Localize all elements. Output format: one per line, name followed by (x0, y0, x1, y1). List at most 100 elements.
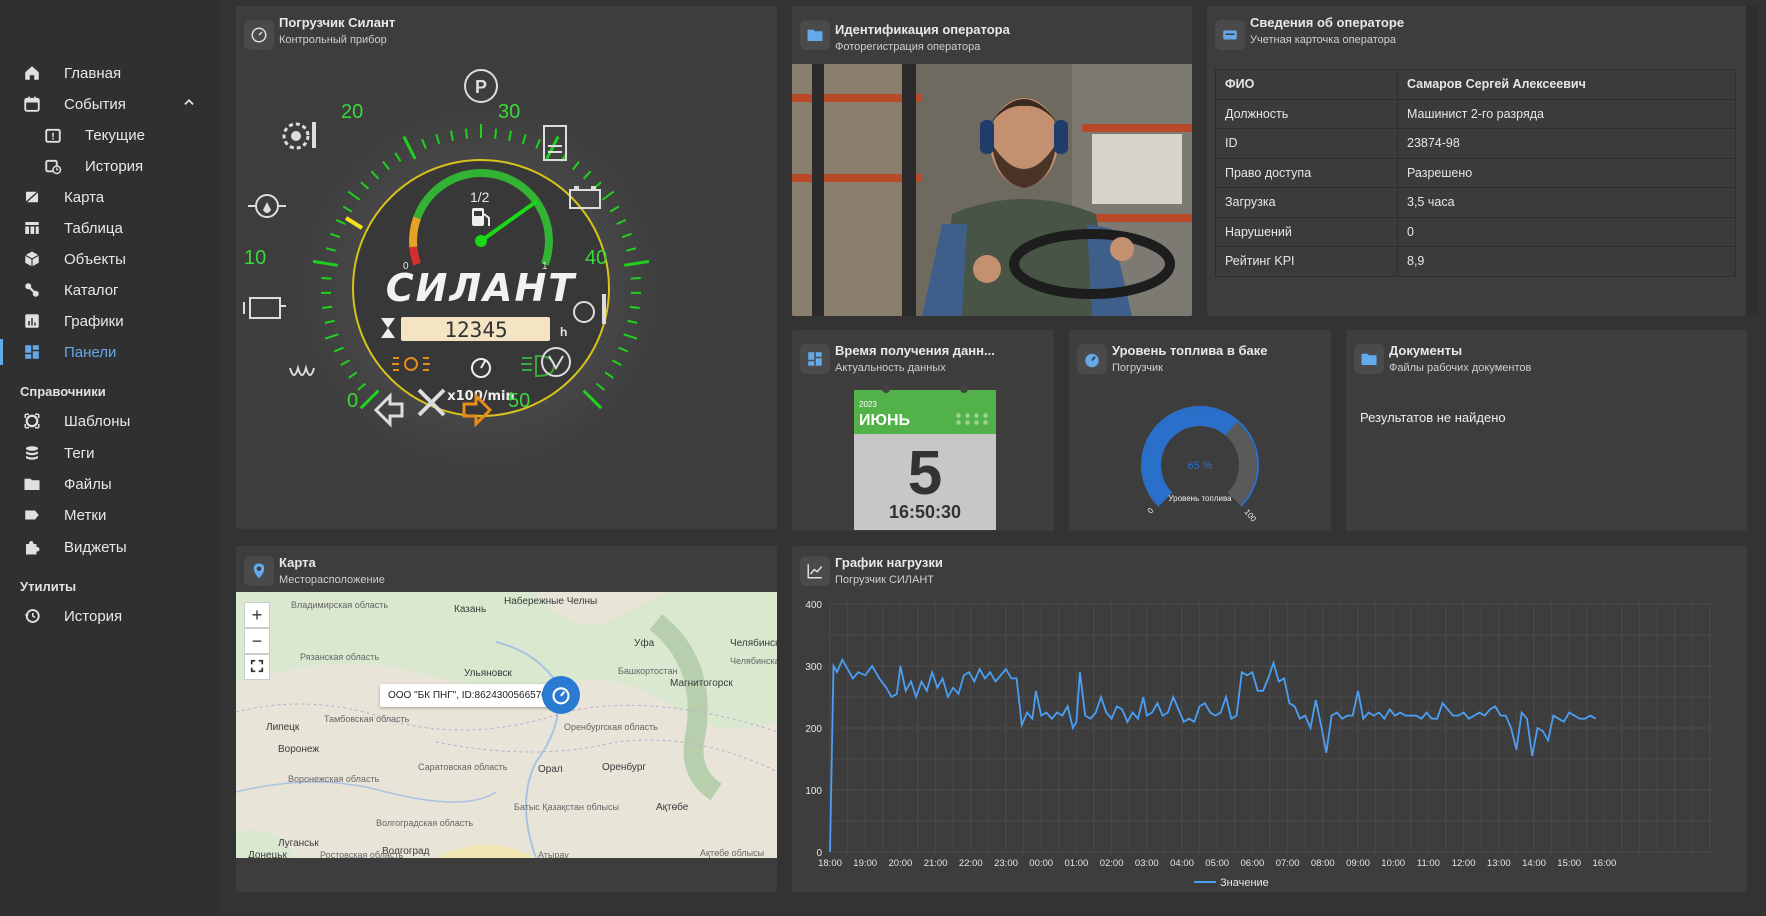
map-panel: Карта Месторасположение Владимирская обл… (236, 546, 777, 892)
calendar-clock-icon (43, 156, 63, 176)
operator-card-panel: Сведения об операторе Учетная карточка о… (1207, 6, 1747, 316)
sidebar-item-templates[interactable]: Шаблоны (0, 406, 220, 436)
map-label: Луганськ (278, 838, 319, 849)
speed-label-0: 0 (347, 390, 358, 412)
calendar-icon (22, 94, 42, 114)
legend-label: Значение (1220, 877, 1269, 889)
section-refs: Справочники (20, 384, 106, 399)
map-terrain (236, 592, 777, 858)
calendar-time: 16:50:30 (888, 502, 962, 522)
sidebar-item-table[interactable]: Таблица (0, 213, 220, 243)
panel-title: Карта (279, 555, 316, 570)
scale-tick (630, 276, 641, 280)
sidebar-item-home[interactable]: Главная (0, 58, 220, 88)
map-label: Оренбургская область (564, 722, 658, 732)
panel-title: График нагрузки (835, 555, 943, 570)
x-tick-label: 02:00 (1100, 858, 1124, 869)
svg-text:P: P (475, 77, 487, 97)
dashboard-icon (800, 344, 830, 374)
table-cell-value: 3,5 часа (1397, 187, 1736, 218)
sidebar-item-label: Объекты (64, 250, 126, 268)
map-label: Оренбург (602, 762, 647, 773)
chevron-up-icon[interactable] (182, 95, 196, 113)
x-tick-label: 20:00 (889, 858, 913, 869)
fullscreen-button[interactable] (244, 654, 270, 680)
y-tick-label: 400 (805, 600, 822, 611)
zoom-in-button[interactable]: + (244, 602, 270, 628)
table-cell-value: 23874-98 (1397, 128, 1736, 159)
panel-subtitle: Месторасположение (279, 574, 385, 586)
panel-header: Сведения об операторе Учетная карточка о… (1207, 6, 1747, 56)
sidebar-item-history[interactable]: История (0, 601, 220, 631)
sidebar-item-label: История (85, 157, 144, 175)
table-row: ID 23874-98 (1215, 128, 1736, 159)
x-tick-label: 01:00 (1065, 858, 1089, 869)
needle-hub (475, 235, 487, 247)
map-label: Тамбовская область (324, 714, 410, 724)
map-label: Владимирская область (291, 600, 389, 610)
vehicle-marker[interactable] (542, 676, 580, 714)
sidebar-item-catalog[interactable]: Каталог (0, 275, 220, 305)
map-label: Уфа (634, 638, 655, 649)
fuel-arc-segment (409, 216, 421, 248)
x-tick-label: 19:00 (853, 858, 877, 869)
chart-grid (829, 603, 1714, 853)
sidebar-item-map[interactable]: Карта (0, 182, 220, 212)
sidebar-item-widgets[interactable]: Виджеты (0, 532, 220, 562)
sidebar-item-label: Панели (64, 343, 117, 361)
marker-tooltip: ООО "БК ПНГ", ID:862430056657006 (380, 684, 566, 707)
panel-subtitle: Учетная карточка оператора (1250, 34, 1396, 46)
sidebar-item-files[interactable]: Файлы (0, 469, 220, 499)
x-tick-label: 21:00 (924, 858, 948, 869)
map-label: Атырау (538, 850, 569, 858)
x-tick-label: 00:00 (1029, 858, 1053, 869)
cube-icon (22, 249, 42, 269)
x-tick-label: 08:00 (1311, 858, 1335, 869)
table-row: Загрузка 3,5 часа (1215, 187, 1736, 218)
sidebar-item-labels[interactable]: Метки (0, 500, 220, 530)
map-view[interactable]: Владимирская область Казань Набережные Ч… (236, 592, 777, 858)
zoom-out-button[interactable]: − (244, 628, 270, 654)
speed-label-10: 10 (244, 247, 266, 269)
x-tick-label: 04:00 (1170, 858, 1194, 869)
scale-tick (494, 128, 498, 139)
fuel-level-gauge: 65 % Уровень топлива 0 100 (1141, 406, 1259, 524)
sidebar-item-objects[interactable]: Объекты (0, 244, 220, 274)
catalog-icon (22, 280, 42, 300)
location-pin-icon (244, 556, 274, 586)
map-label: Саратовская область (418, 762, 508, 772)
gauge-icon (552, 687, 570, 705)
sidebar-item-charts[interactable]: Графики (0, 306, 220, 336)
instrument-cluster: 0 1/2 1 СИЛАНТ 12345 h x100/min P 0 10 2… (243, 69, 669, 476)
coolant-temp-icon (282, 122, 316, 150)
sidebar-item-events-history[interactable]: История (0, 151, 220, 181)
sidebar-item-label: Виджеты (64, 538, 127, 556)
map-label: Казань (454, 604, 487, 615)
sidebar-item-panels[interactable]: Панели (0, 337, 220, 367)
time-panel: Время получения данн... Актуальность дан… (792, 330, 1054, 531)
sidebar-item-current[interactable]: Текущие (0, 120, 220, 150)
sidebar-item-events[interactable]: События (0, 89, 220, 119)
operator-photo-panel: Идентификация оператора Фоторегистрация … (792, 6, 1192, 316)
map-label: Батыс Қазақстан облысы (514, 802, 619, 812)
sidebar-item-label: Главная (64, 64, 122, 82)
calendar-month: ИЮНЬ (859, 412, 911, 429)
scrollbar[interactable] (1746, 6, 1758, 316)
folder-icon (800, 20, 830, 50)
y-tick-label: 300 (805, 662, 822, 673)
scale-tick (322, 305, 333, 310)
hour-unit: h (560, 325, 567, 339)
hour-meter-value: 12345 (444, 318, 507, 342)
x-tick-label: 06:00 (1241, 858, 1265, 869)
gauge-icon (1077, 344, 1107, 374)
map-label: Магнитогорск (670, 678, 733, 689)
parking-brake-icon: P (464, 69, 498, 103)
fuel-half-label: 1/2 (470, 189, 490, 205)
sidebar-item-tags[interactable]: Теги (0, 438, 220, 468)
template-icon (22, 411, 42, 431)
empty-message: Результатов не найдено (1360, 410, 1506, 425)
table-icon (22, 218, 42, 238)
y-tick-label: 200 (805, 724, 822, 735)
map-label: Липецк (266, 722, 300, 733)
id-card-icon (1215, 20, 1245, 50)
